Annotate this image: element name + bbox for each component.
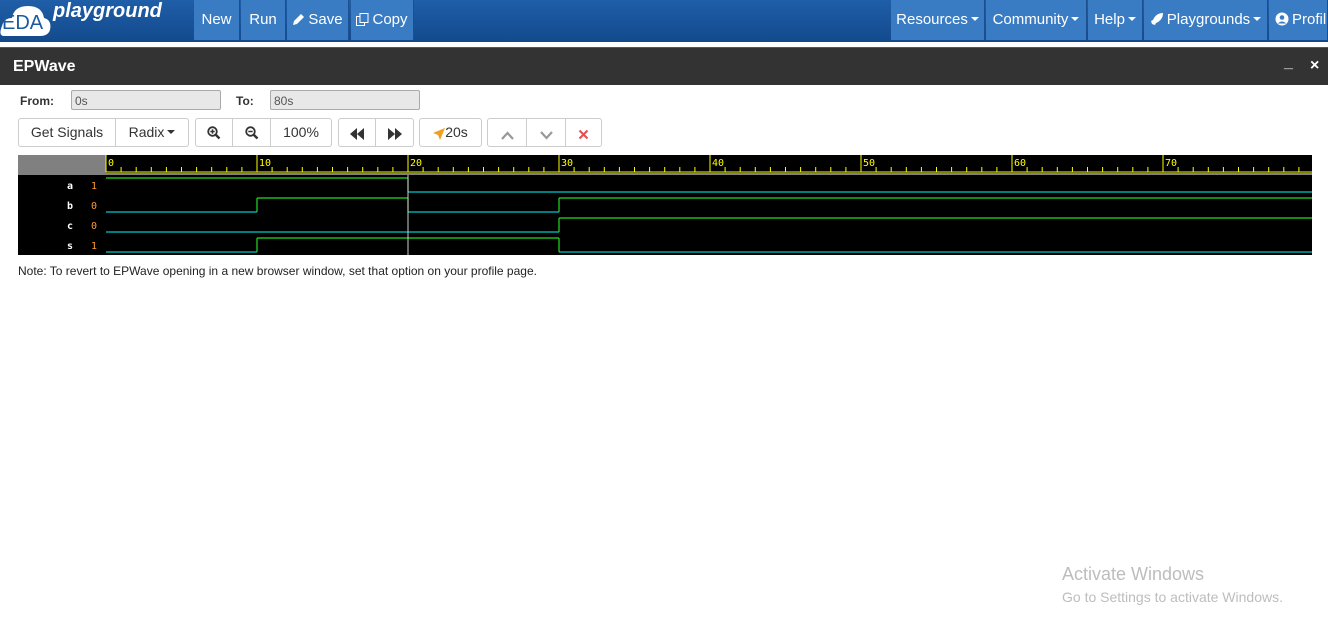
help-menu[interactable]: Help	[1088, 0, 1143, 40]
new-button[interactable]: New	[194, 0, 240, 40]
move-up-button[interactable]	[487, 118, 527, 147]
zoom-in-icon	[207, 126, 221, 140]
radix-button[interactable]: Radix	[116, 118, 189, 147]
signal-value: 0	[91, 201, 97, 212]
pencil-icon	[293, 14, 305, 25]
top-navbar: EDA playground New Run Save Copy Resourc…	[0, 0, 1328, 42]
caret-down-icon	[1253, 17, 1262, 21]
from-label: From:	[20, 94, 54, 108]
zoom-level-label: 100%	[283, 124, 319, 140]
forward-button[interactable]	[376, 118, 414, 147]
save-label: Save	[308, 11, 343, 28]
copy-icon	[356, 13, 369, 26]
signal-name: s	[67, 241, 73, 252]
rewind-button[interactable]	[338, 118, 376, 147]
run-label: Run	[249, 11, 277, 28]
radix-label: Radix	[128, 124, 165, 140]
waveform-viewer[interactable]: 0 10 20 30 40 50 60 70 a 1 b 0 c 0 s 1	[18, 155, 1312, 255]
resources-menu[interactable]: Resources	[891, 0, 985, 40]
cursor-time-button[interactable]: 20s	[419, 118, 482, 147]
community-menu[interactable]: Community	[986, 0, 1087, 40]
activate-windows-subtitle: Go to Settings to activate Windows.	[1062, 589, 1283, 605]
signal-value: 0	[91, 221, 97, 232]
ruler-tick-label: 60	[1014, 158, 1026, 169]
location-arrow-icon	[433, 128, 446, 140]
user-circle-icon	[1275, 12, 1289, 26]
zoom-in-button[interactable]	[195, 118, 233, 147]
zoom-out-button[interactable]	[233, 118, 271, 147]
ruler-tick-label: 30	[561, 158, 573, 169]
chevron-up-icon	[500, 131, 514, 140]
caret-down-icon	[167, 130, 176, 134]
playgrounds-menu[interactable]: Playgrounds	[1144, 0, 1268, 40]
to-label: To:	[236, 94, 254, 108]
remove-signal-button[interactable]	[566, 118, 602, 147]
caret-down-icon	[1127, 17, 1136, 21]
copy-button[interactable]: Copy	[351, 0, 414, 40]
from-input[interactable]: 0s	[71, 90, 221, 110]
signal-value: 1	[91, 181, 97, 192]
note-text: Note: To revert to EPWave opening in a n…	[18, 264, 537, 278]
logo-playground-text: playground	[53, 0, 162, 22]
signal-name: c	[67, 221, 73, 232]
new-label: New	[201, 11, 232, 28]
close-icon	[578, 129, 589, 140]
save-button[interactable]: Save	[287, 0, 349, 40]
waveform-canvas[interactable]: 0 10 20 30 40 50 60 70 a 1 b 0 c 0 s 1	[18, 155, 1312, 255]
activate-windows-title: Activate Windows	[1062, 564, 1205, 584]
chevron-down-icon	[539, 131, 553, 140]
help-label: Help	[1094, 11, 1125, 28]
epwave-modal-header: EPWave _ ×	[0, 47, 1328, 86]
rocket-icon	[1150, 13, 1163, 25]
get-signals-label: Get Signals	[30, 124, 104, 140]
ruler-tick-label: 50	[863, 158, 875, 169]
logo-eda-text: EDA	[2, 12, 44, 34]
get-signals-button[interactable]: Get Signals	[18, 118, 116, 147]
to-input[interactable]: 80s	[270, 90, 420, 110]
backward-icon	[350, 128, 364, 140]
profile-label: Profil	[1292, 11, 1327, 28]
forward-icon	[387, 128, 402, 140]
cursor-time-label: 20s	[445, 124, 468, 140]
ruler-tick-label: 10	[259, 158, 271, 169]
community-label: Community	[992, 11, 1069, 28]
move-down-button[interactable]	[527, 118, 566, 147]
caret-down-icon	[1071, 17, 1080, 21]
signal-name: b	[67, 201, 73, 212]
copy-label: Copy	[372, 11, 408, 28]
zoom-level-button[interactable]: 100%	[271, 118, 332, 147]
minimize-button[interactable]: _	[1284, 54, 1293, 72]
caret-down-icon	[970, 17, 979, 21]
ruler-tick-label: 0	[108, 158, 114, 169]
ruler-tick-label: 70	[1165, 158, 1177, 169]
signal-value: 1	[91, 241, 97, 252]
run-button[interactable]: Run	[241, 0, 286, 40]
close-button[interactable]: ×	[1310, 57, 1319, 75]
ruler-tick-label: 20	[410, 158, 422, 169]
zoom-out-icon	[244, 126, 258, 140]
modal-title: EPWave	[13, 58, 76, 75]
signal-name: a	[67, 181, 73, 192]
resources-label: Resources	[896, 11, 968, 28]
playgrounds-label: Playgrounds	[1166, 11, 1251, 28]
profile-menu[interactable]: Profil	[1269, 0, 1328, 40]
ruler-tick-label: 40	[712, 158, 724, 169]
